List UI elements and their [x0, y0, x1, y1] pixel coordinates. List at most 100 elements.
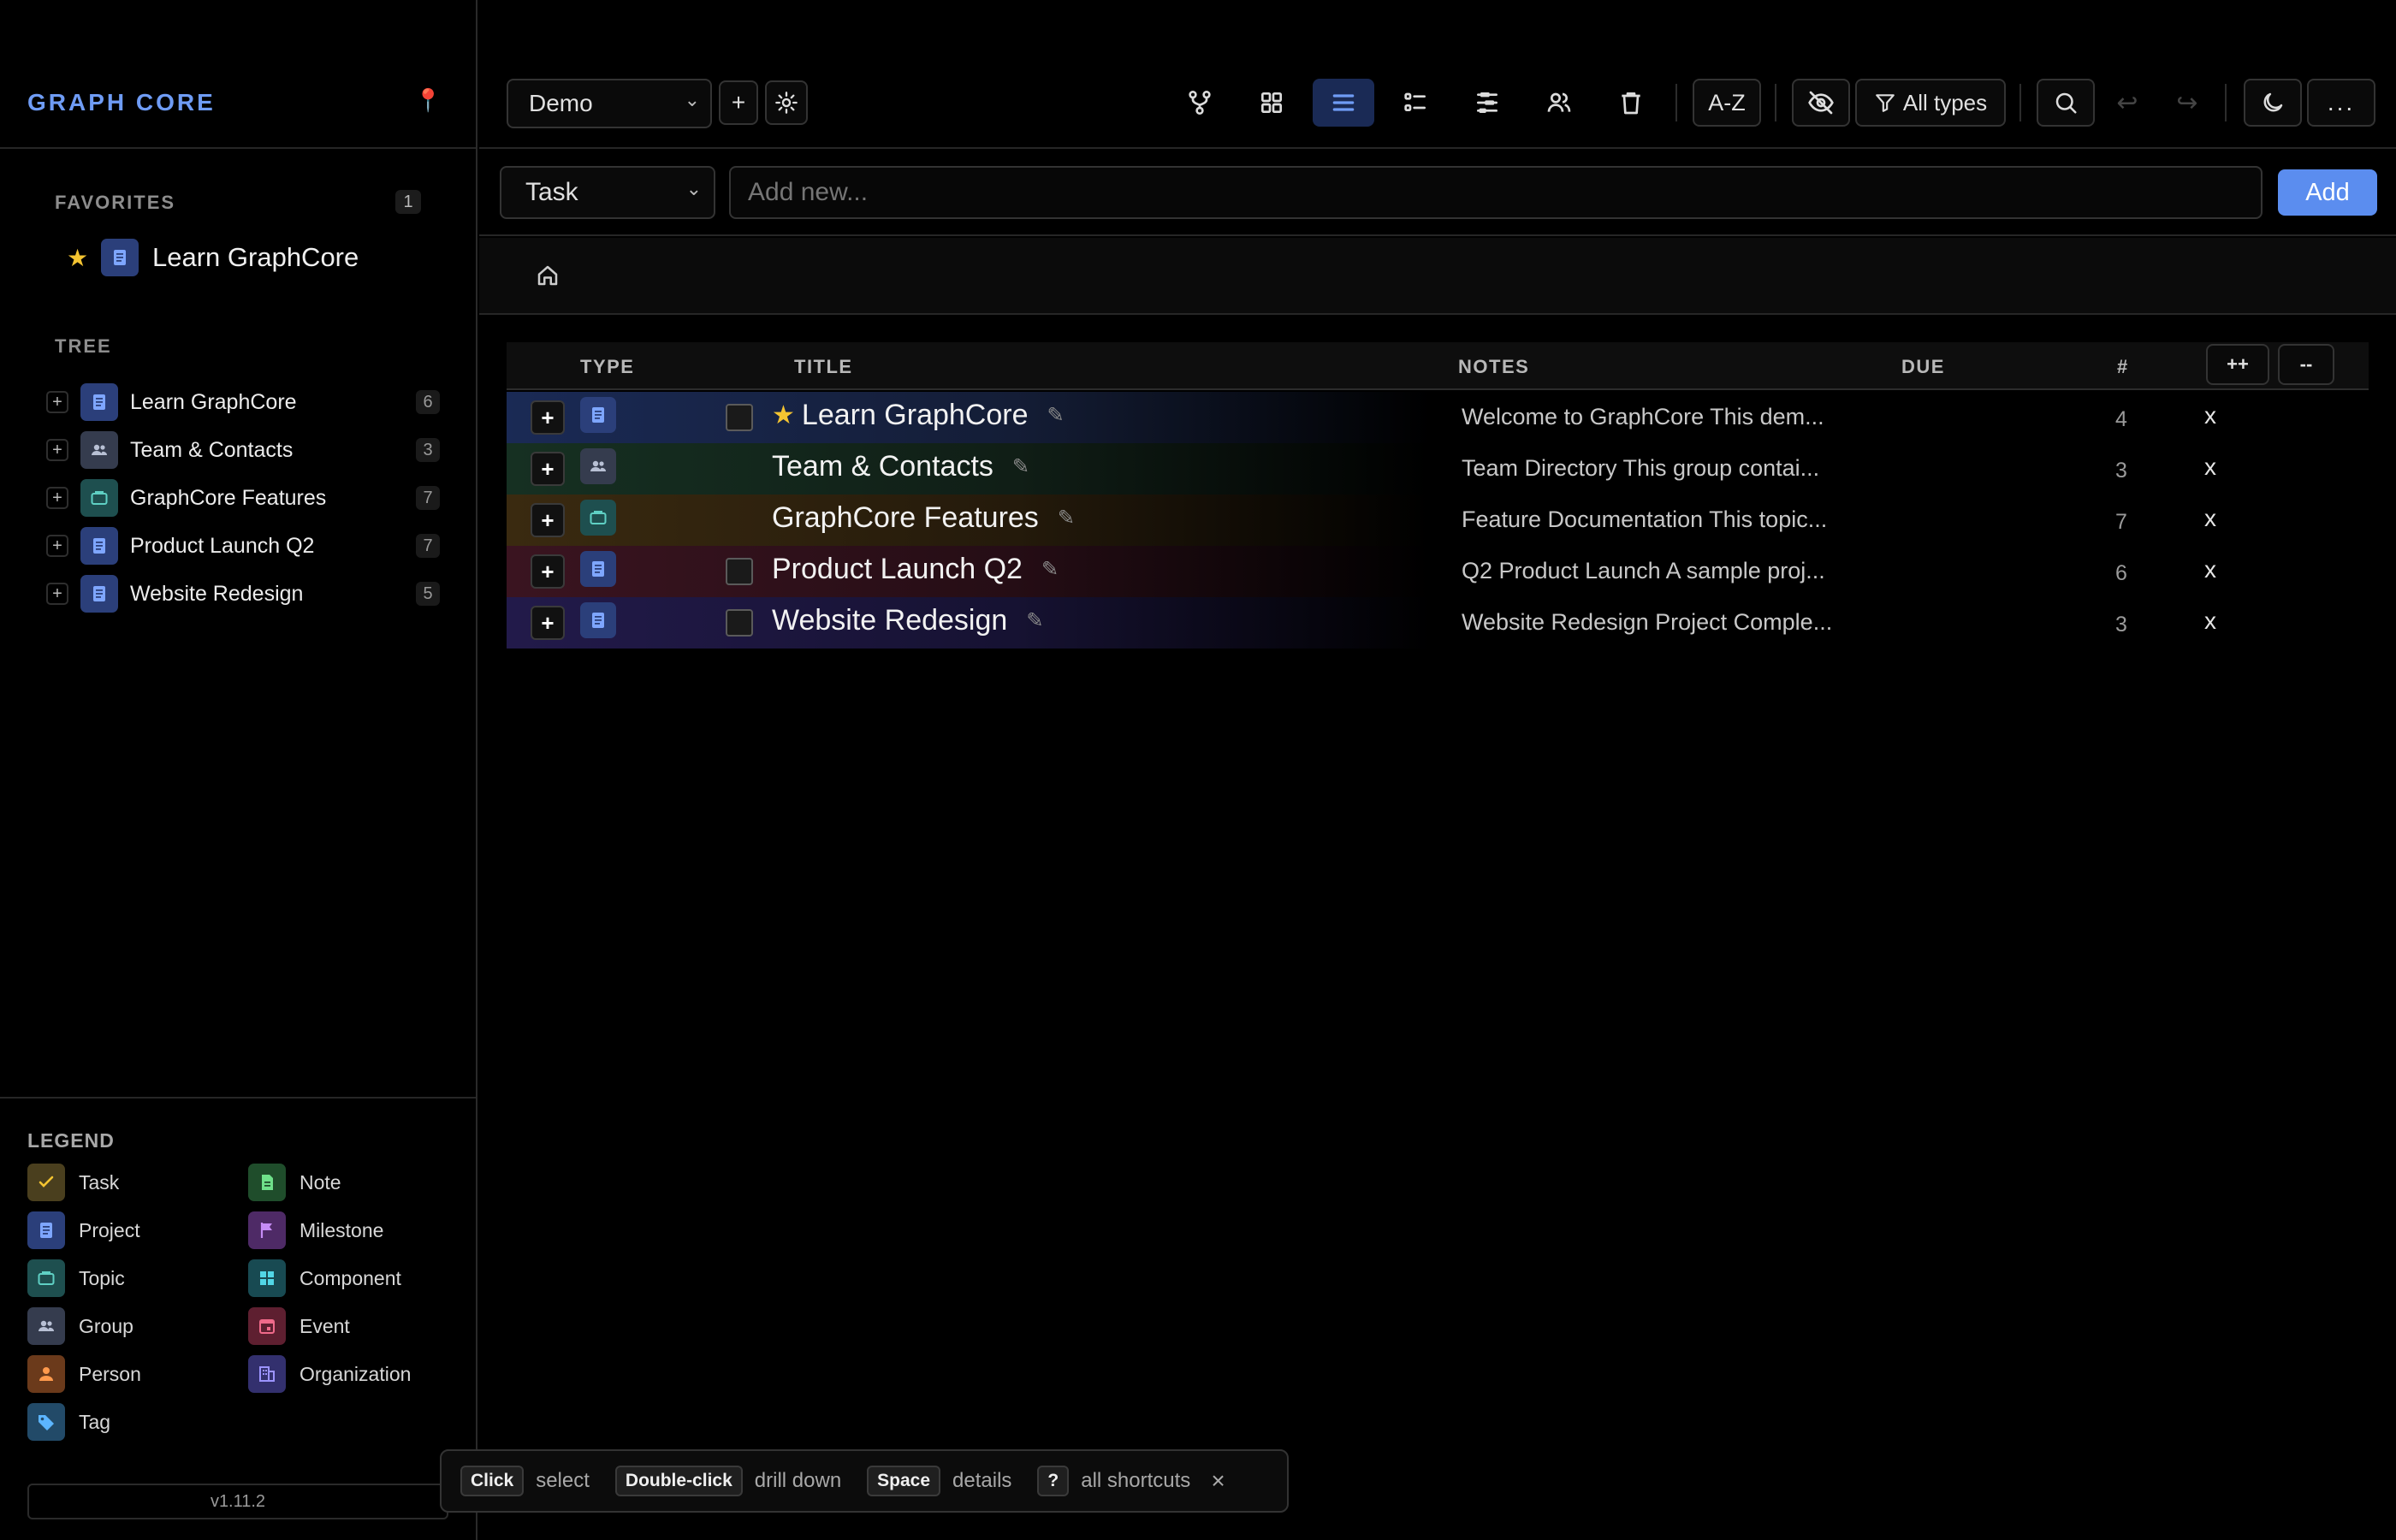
- tree-title: TREE: [55, 335, 112, 357]
- table-row[interactable]: + GraphCore Features ✎ Feature Documenta…: [507, 495, 2369, 546]
- row-title[interactable]: Team & Contacts ✎: [772, 450, 1029, 483]
- shortcut-description: all shortcuts: [1081, 1469, 1191, 1492]
- redo-button[interactable]: ↪: [2162, 79, 2213, 127]
- settings-button[interactable]: [765, 80, 808, 125]
- pencil-icon[interactable]: ✎: [1041, 557, 1059, 582]
- row-title[interactable]: GraphCore Features ✎: [772, 501, 1075, 535]
- expand-button[interactable]: +: [46, 583, 68, 605]
- remove-row-button[interactable]: x: [2204, 607, 2216, 635]
- timeline-view-icon: [1474, 89, 1501, 116]
- home-icon: [535, 263, 560, 288]
- brand-logo[interactable]: GRAPH CORE: [27, 89, 216, 116]
- tree-item-count: 3: [416, 438, 440, 462]
- collapse-all-button[interactable]: --: [2278, 344, 2334, 385]
- chevron-down-icon: ⌄: [684, 89, 700, 110]
- column-header-due[interactable]: DUE: [1901, 356, 1945, 378]
- favorite-item-label: Learn GraphCore: [152, 242, 359, 272]
- complete-checkbox[interactable]: [726, 558, 753, 585]
- remove-row-button[interactable]: x: [2204, 505, 2216, 532]
- legend-item-milestone: Milestone: [248, 1211, 383, 1249]
- row-notes[interactable]: Website Redesign Project Comple...: [1462, 609, 1832, 636]
- grid-view-icon: [1258, 89, 1285, 116]
- hide-completed-button[interactable]: [1792, 79, 1850, 127]
- row-title[interactable]: Product Launch Q2 ✎: [772, 553, 1059, 586]
- row-title[interactable]: Website Redesign ✎: [772, 604, 1043, 637]
- new-item-input[interactable]: [729, 166, 2263, 219]
- row-notes[interactable]: Feature Documentation This topic...: [1462, 506, 1827, 533]
- expand-row-button[interactable]: +: [531, 606, 565, 640]
- undo-button[interactable]: ↩: [2102, 79, 2153, 127]
- legend-label: Group: [79, 1314, 133, 1337]
- row-notes[interactable]: Team Directory This group contai...: [1462, 455, 1819, 482]
- group-icon: [27, 1307, 65, 1345]
- expand-button[interactable]: +: [46, 439, 68, 461]
- expand-all-button[interactable]: ++: [2206, 344, 2269, 385]
- table-row[interactable]: + Team & Contacts ✎ Team Directory This …: [507, 443, 2369, 495]
- complete-checkbox[interactable]: [726, 609, 753, 637]
- expand-button[interactable]: +: [46, 535, 68, 557]
- workspace-select-value: Demo: [529, 90, 593, 116]
- legend-label: Topic: [79, 1266, 125, 1289]
- legend-item-event: Event: [248, 1307, 350, 1345]
- table-row[interactable]: + Product Launch Q2 ✎ Q2 Product Launch …: [507, 546, 2369, 597]
- type-filter-button[interactable]: All types: [1855, 79, 2006, 127]
- new-item-type-select[interactable]: Task ⌄: [500, 166, 715, 219]
- search-button[interactable]: [2037, 79, 2095, 127]
- expand-row-button[interactable]: +: [531, 503, 565, 537]
- legend-item-project: Project: [27, 1211, 140, 1249]
- table-row[interactable]: + ★ Learn GraphCore ✎ Welcome to GraphCo…: [507, 392, 2369, 443]
- column-header-count[interactable]: #: [2117, 356, 2129, 378]
- home-button[interactable]: [531, 258, 565, 293]
- project-icon: [580, 551, 616, 587]
- tree-item-website-redesign[interactable]: + Website Redesign 5: [46, 573, 440, 614]
- tree-item-learn-graphcore[interactable]: + Learn GraphCore 6: [46, 382, 440, 423]
- tree-item-graphcore-features[interactable]: + GraphCore Features 7: [46, 477, 440, 518]
- complete-checkbox[interactable]: [726, 404, 753, 431]
- column-header-notes[interactable]: NOTES: [1458, 356, 1529, 378]
- sort-button[interactable]: A-Z: [1693, 79, 1761, 127]
- legend-label: Tag: [79, 1410, 111, 1433]
- row-title[interactable]: ★ Learn GraphCore ✎: [772, 399, 1065, 432]
- expand-button[interactable]: +: [46, 391, 68, 413]
- remove-row-button[interactable]: x: [2204, 402, 2216, 429]
- trash-button[interactable]: [1600, 79, 1662, 127]
- tree-item-team-contacts[interactable]: + Team & Contacts 3: [46, 429, 440, 471]
- expand-row-button[interactable]: +: [531, 554, 565, 589]
- tree-item-product-launch-q2[interactable]: + Product Launch Q2 7: [46, 525, 440, 566]
- pencil-icon[interactable]: ✎: [1012, 454, 1029, 479]
- workspace-select[interactable]: Demo ⌄: [507, 79, 712, 128]
- sidebar: GRAPH CORE 📍 FAVORITES 1 ★ Learn GraphCo…: [0, 0, 477, 1540]
- expand-row-button[interactable]: +: [531, 452, 565, 486]
- expand-row-button[interactable]: +: [531, 400, 565, 435]
- remove-row-button[interactable]: x: [2204, 453, 2216, 481]
- chevron-down-icon: ⌄: [685, 178, 702, 199]
- shortcut-hint-bar: Click select Double-click drill down Spa…: [440, 1449, 1289, 1513]
- add-button[interactable]: Add: [2278, 169, 2377, 216]
- pencil-icon[interactable]: ✎: [1026, 608, 1043, 633]
- shortcut-key[interactable]: ?: [1037, 1466, 1070, 1496]
- star-icon[interactable]: ★: [772, 400, 795, 430]
- column-header-title[interactable]: TITLE: [794, 356, 853, 378]
- people-view-button[interactable]: [1528, 79, 1590, 127]
- pencil-icon[interactable]: ✎: [1058, 506, 1075, 530]
- close-icon[interactable]: ×: [1211, 1467, 1225, 1495]
- list-view-icon: [1330, 89, 1357, 116]
- pencil-icon[interactable]: ✎: [1047, 403, 1065, 428]
- favorite-item[interactable]: ★ Learn GraphCore: [67, 236, 359, 279]
- column-header-type[interactable]: TYPE: [580, 356, 634, 378]
- row-notes[interactable]: Welcome to GraphCore This dem...: [1462, 404, 1824, 430]
- remove-row-button[interactable]: x: [2204, 556, 2216, 583]
- outline-view-button[interactable]: [1385, 79, 1446, 127]
- row-notes[interactable]: Q2 Product Launch A sample proj...: [1462, 558, 1825, 584]
- more-menu-button[interactable]: ...: [2307, 79, 2375, 127]
- add-workspace-button[interactable]: +: [719, 80, 758, 125]
- table-row[interactable]: + Website Redesign ✎ Website Redesign Pr…: [507, 597, 2369, 649]
- list-view-button[interactable]: [1313, 79, 1374, 127]
- timeline-view-button[interactable]: [1456, 79, 1518, 127]
- grid-view-button[interactable]: [1241, 79, 1302, 127]
- theme-toggle-button[interactable]: [2244, 79, 2302, 127]
- pin-icon[interactable]: 📍: [414, 87, 442, 114]
- group-icon: [80, 431, 118, 469]
- expand-button[interactable]: +: [46, 487, 68, 509]
- graph-view-button[interactable]: [1169, 79, 1231, 127]
